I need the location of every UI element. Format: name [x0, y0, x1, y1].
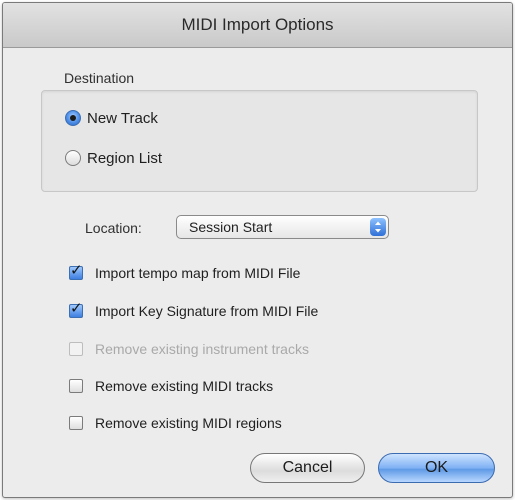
location-label: Location: [85, 220, 142, 236]
dialog-title: MIDI Import Options [181, 15, 334, 34]
location-value: Session Start [189, 219, 273, 235]
radio-button-selected[interactable] [65, 110, 81, 126]
checkbox-import-tempo-map-label: Import tempo map from MIDI File [95, 265, 301, 281]
checkbox-remove-instrument-tracks: Remove existing instrument tracks [69, 339, 309, 359]
checkbox-import-key-signature[interactable]: ✓ Import Key Signature from MIDI File [69, 301, 318, 321]
title-bar[interactable]: MIDI Import Options [3, 3, 512, 48]
ok-button[interactable]: OK [378, 453, 495, 483]
checkmark-icon: ✓ [70, 262, 83, 279]
radio-button[interactable] [65, 150, 81, 166]
checkbox-remove-midi-tracks-label: Remove existing MIDI tracks [95, 378, 274, 394]
cancel-button[interactable]: Cancel [250, 453, 365, 483]
checkbox-remove-midi-regions-label: Remove existing MIDI regions [95, 415, 282, 431]
checkbox-checked[interactable]: ✓ [69, 300, 83, 318]
radio-region-list[interactable]: Region List [65, 147, 162, 169]
checkbox-import-tempo-map[interactable]: ✓ Import tempo map from MIDI File [69, 263, 300, 283]
checkbox[interactable] [69, 416, 83, 430]
destination-label: Destination [64, 70, 135, 86]
checkbox[interactable] [69, 379, 83, 393]
checkbox-disabled [69, 342, 83, 356]
destination-group [41, 90, 478, 192]
checkbox-checked[interactable]: ✓ [69, 262, 83, 280]
checkbox-remove-instrument-tracks-label: Remove existing instrument tracks [95, 341, 309, 357]
midi-import-options-dialog: MIDI Import Options Destination New Trac… [2, 2, 513, 498]
radio-new-track[interactable]: New Track [65, 107, 158, 129]
radio-region-list-label: Region List [87, 149, 163, 167]
location-popup[interactable]: Session Start [176, 215, 389, 239]
checkbox-import-key-signature-label: Import Key Signature from MIDI File [95, 303, 319, 319]
radio-new-track-label: New Track [87, 109, 158, 127]
checkbox-remove-midi-tracks[interactable]: Remove existing MIDI tracks [69, 376, 273, 396]
checkbox-remove-midi-regions[interactable]: Remove existing MIDI regions [69, 413, 282, 433]
popup-arrows-icon [370, 218, 386, 236]
checkmark-icon: ✓ [70, 300, 83, 317]
